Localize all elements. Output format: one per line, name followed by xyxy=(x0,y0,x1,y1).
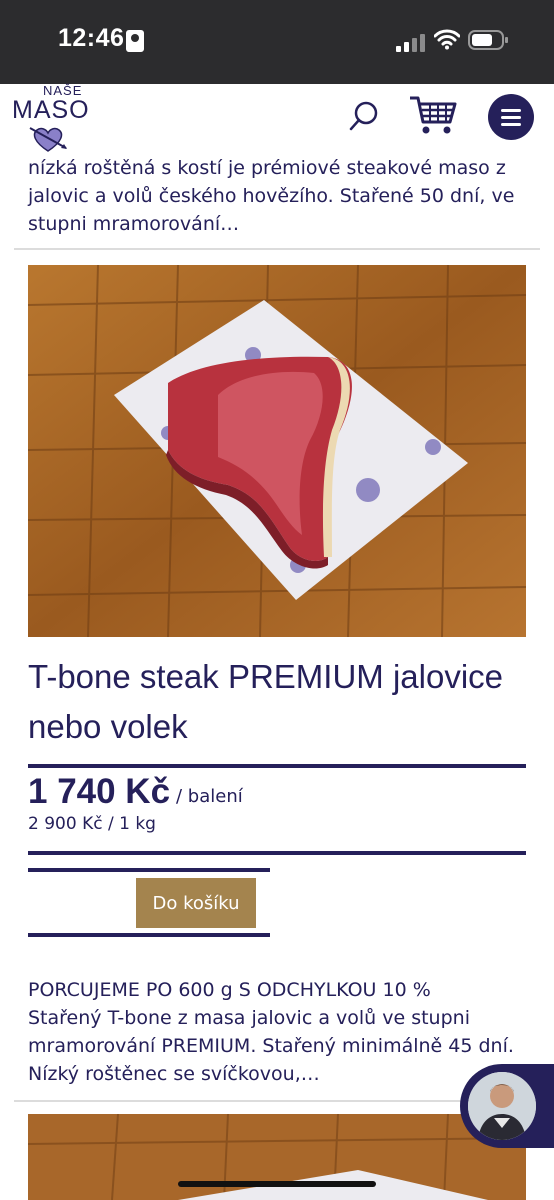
button-rule-bottom xyxy=(28,933,270,937)
cart-icon xyxy=(410,96,457,134)
product-title[interactable]: T-bone steak PREMIUM jalovice nebo volek xyxy=(28,652,528,752)
site-header: NAŠE MASO xyxy=(0,83,554,162)
home-indicator xyxy=(178,1181,376,1187)
product-price: 1 740 Kč xyxy=(28,772,171,811)
person-avatar-icon xyxy=(468,1072,536,1140)
battery-icon xyxy=(468,30,508,50)
chat-widget-button[interactable] xyxy=(460,1064,554,1148)
product-image[interactable] xyxy=(28,265,526,637)
price-rule-top xyxy=(28,764,526,768)
product-description: PORCUJEME PO 600 g S ODCHYLKOU 10 % Stař… xyxy=(28,976,538,1088)
wifi-icon xyxy=(434,29,460,50)
t-bone-steak-photo xyxy=(28,265,526,637)
search-button[interactable] xyxy=(346,98,382,134)
logo-big-text: MASO xyxy=(12,96,90,124)
price-rule-bottom xyxy=(28,851,526,855)
search-icon xyxy=(349,101,378,131)
unit-price: 2 900 Kč / 1 kg xyxy=(28,814,156,834)
status-time: 12:46 xyxy=(58,24,125,52)
cart-button[interactable] xyxy=(408,94,458,136)
chat-avatar xyxy=(468,1072,536,1140)
divider xyxy=(14,248,540,250)
status-bar: 12:46 xyxy=(0,0,554,84)
hamburger-menu-icon xyxy=(501,109,521,112)
menu-button[interactable] xyxy=(488,94,534,140)
description-text: Stařený T-bone z masa jalovic a volů ve … xyxy=(28,1007,514,1085)
heart-logo-icon xyxy=(29,127,67,152)
add-to-cart-button[interactable]: Do košíku xyxy=(136,878,256,928)
cellular-signal-icon xyxy=(396,32,426,52)
description-heading: PORCUJEME PO 600 g S ODCHYLKOU 10 % xyxy=(28,979,431,1001)
previous-product-description: nízká roštěná s kostí je prémiové steako… xyxy=(28,157,515,235)
price-per-unit: / balení xyxy=(176,786,243,807)
site-logo[interactable]: NAŠE MASO xyxy=(12,83,90,158)
next-product-image[interactable] xyxy=(28,1114,526,1200)
button-rule-top xyxy=(28,868,270,872)
contact-card-icon xyxy=(126,30,144,52)
next-product-photo xyxy=(28,1114,526,1200)
